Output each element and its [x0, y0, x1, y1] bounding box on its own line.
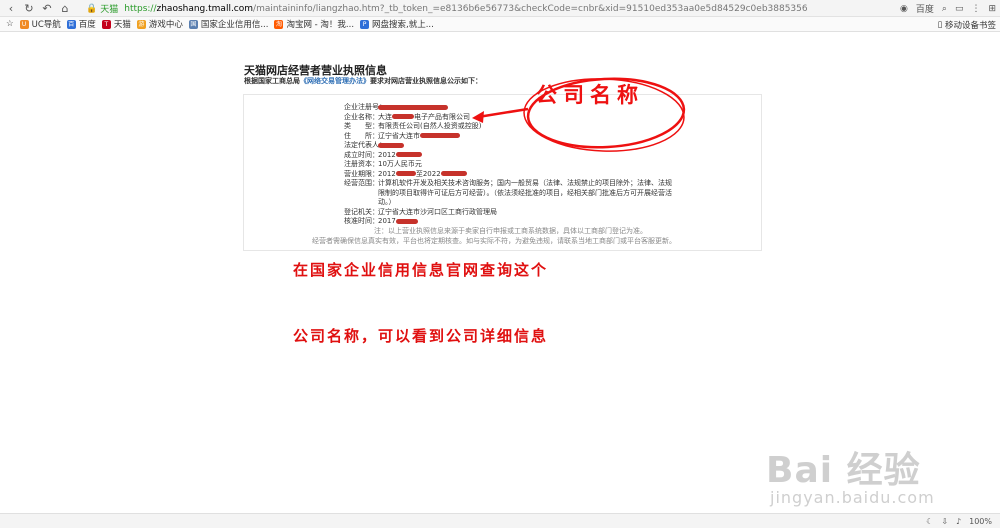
page-subtitle: 根据国家工商总局《网络交易管理办法》要求对网店营业执照信息公示如下：: [244, 77, 482, 85]
baidu-watermark: Bai 经验: [766, 450, 921, 491]
bookmarks-bar: ☆ U UC导航 百百度 T 天猫 游游戏中心 国国家企业信用信... 淘淘宝网 -…: [0, 17, 1000, 32]
lock-icon: 🔒: [86, 3, 98, 14]
tmall-icon: T: [101, 19, 111, 29]
toolbar-right: ◉ 百度 ⌕ ▭ ⋮ ⊞: [892, 1, 996, 16]
profile-label[interactable]: 百度: [916, 2, 934, 15]
status-bar: ☾ ⇩ ♪ 100%: [0, 513, 1000, 528]
site-label: 天猫: [100, 5, 119, 15]
bookmark-games[interactable]: 游游戏中心: [136, 18, 183, 30]
bookmark-taobao[interactable]: 淘淘宝网 - 淘！我...: [274, 18, 354, 30]
search-icon[interactable]: ⌕: [942, 4, 947, 14]
url-scheme: https://: [124, 3, 157, 14]
disclaimer-note: 注：以上营业执照信息来源于卖家自行申报或工商系统数据，具体以工商部门登记为准。: [374, 227, 647, 235]
mobile-bookmarks[interactable]: ▯ 移动设备书签: [938, 17, 996, 32]
taobao-icon: 淘: [274, 19, 284, 29]
annotation-line-2: 公司名称，可以看到公司详细信息: [293, 327, 549, 345]
menu-icon[interactable]: ⋮: [971, 4, 980, 14]
bookmark-credit[interactable]: 国国家企业信用信...: [188, 18, 268, 30]
download-icon[interactable]: ⇩: [941, 517, 948, 526]
watermark-url: jingyan.baidu.com: [770, 488, 935, 507]
speaker-icon[interactable]: ♪: [956, 517, 961, 526]
phone-icon: ▯: [937, 19, 945, 30]
url-host: zhaoshang.tmall.com: [156, 3, 254, 14]
row-scope: 经营范围： 计算机软件开发及相关技术咨询服务；国内一般贸易（法律、法规禁止的项目除…: [344, 179, 672, 206]
pan-icon: P: [360, 19, 370, 29]
home-icon[interactable]: ⌂: [58, 1, 72, 15]
zoom-level[interactable]: 100%: [969, 517, 992, 526]
refresh-icon[interactable]: ↻: [22, 1, 36, 15]
baidu-icon: 百: [66, 19, 76, 29]
credit-icon: 国: [188, 19, 198, 29]
bookmark-star-icon[interactable]: ☆: [6, 19, 14, 29]
page-content: 天猫网店经营者营业执照信息 根据国家工商总局《网络交易管理办法》要求对网店营业执…: [0, 33, 1000, 513]
profile-icon[interactable]: ◉: [900, 4, 908, 14]
undo-icon[interactable]: ↶: [40, 1, 54, 15]
disclaimer-note-2: 经营者需确保信息真实有效，平台也将定期核查。如与实际不符，为避免违规，请联系当地…: [312, 237, 676, 245]
grid-icon[interactable]: ⊞: [988, 4, 996, 14]
callout-label: 公司名称: [536, 83, 644, 107]
bookmark-tmall[interactable]: T 天猫: [101, 18, 131, 30]
uc-icon: U: [19, 19, 29, 29]
annotation-line-1: 在国家企业信用信息官网查询这个: [293, 261, 549, 279]
address-bar[interactable]: 🔒 天猫 https://zhaoshang.tmall.com/maintai…: [86, 2, 836, 16]
row-term: 营业期限： 2012 至2022: [344, 170, 678, 180]
bookmark-uc[interactable]: U UC导航: [19, 18, 61, 30]
row-authority: 登记机关： 辽宁省大连市沙河口区工商行政管理局: [344, 207, 497, 216]
row-capital: 注册资本： 10万人民币元: [344, 160, 422, 168]
callout-arrow: [472, 107, 529, 123]
browser-toolbar: ‹ ↻ ↶ ⌂ 🔒 天猫 https://zhaoshang.tmall.com…: [0, 0, 1000, 17]
regulation-link[interactable]: 《网络交易管理办法》: [300, 77, 370, 85]
url-path: /maintaininfo/liangzhao.htm?_tb_token_=e…: [253, 3, 808, 14]
folder-icon[interactable]: ▭: [955, 4, 964, 14]
bookmark-baidu[interactable]: 百百度: [66, 18, 96, 30]
night-mode-icon[interactable]: ☾: [926, 517, 933, 526]
games-icon: 游: [136, 19, 146, 29]
back-icon[interactable]: ‹: [4, 1, 18, 15]
bookmark-pan[interactable]: P 网盘搜索,就上...: [360, 18, 434, 30]
